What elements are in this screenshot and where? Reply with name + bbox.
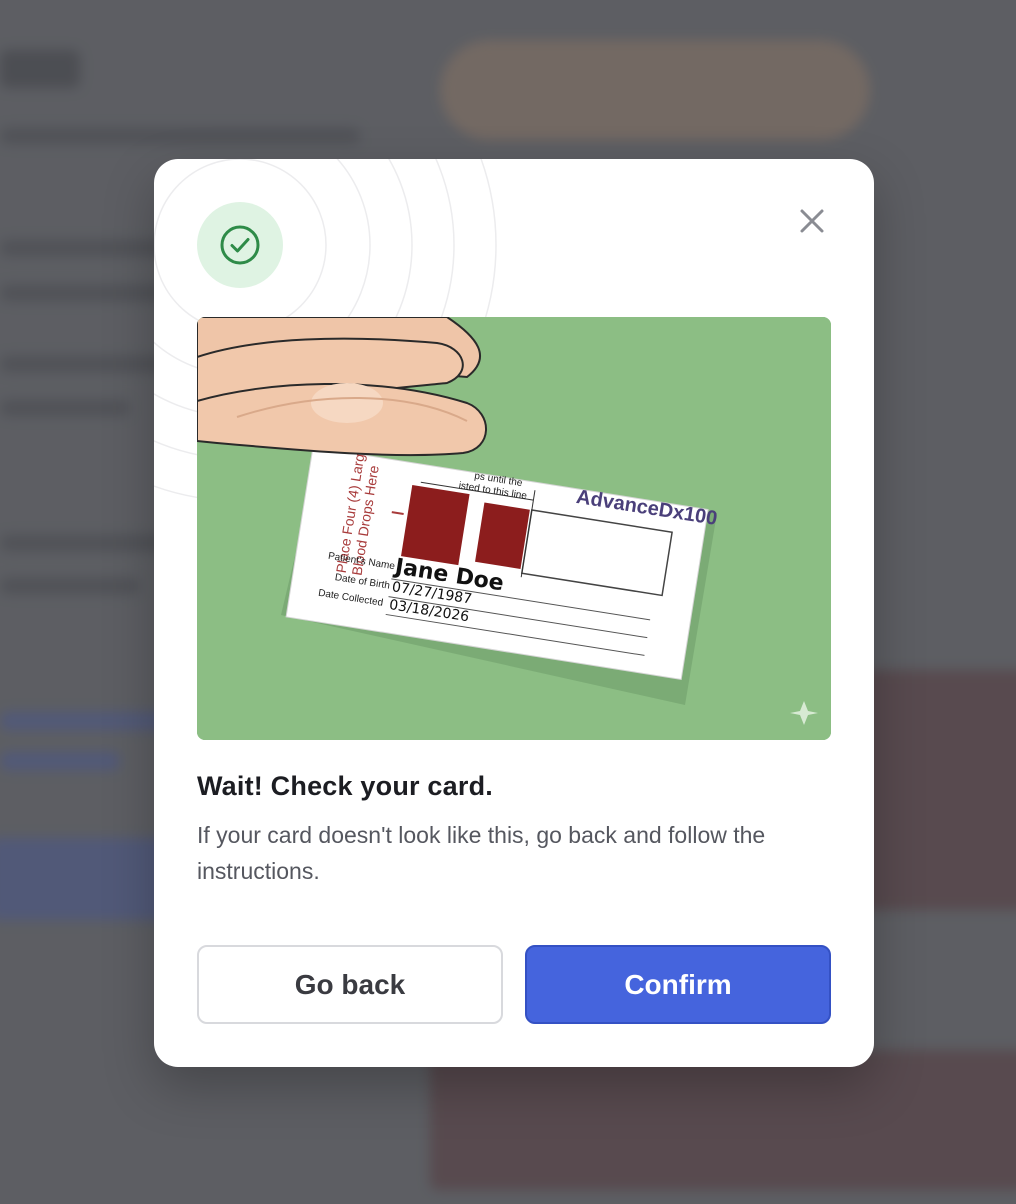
dialog-title: Wait! Check your card.	[197, 771, 493, 801]
success-badge	[197, 202, 283, 288]
check-card-dialog: Place Four (4) Large Blood Drops Here ps…	[154, 159, 874, 1067]
close-icon	[800, 209, 824, 233]
confirm-button[interactable]: Confirm	[525, 945, 831, 1024]
close-button[interactable]	[794, 203, 830, 239]
check-circle-icon	[220, 225, 260, 265]
dialog-description: If your card doesn't look like this, go …	[197, 822, 766, 884]
go-back-button[interactable]: Go back	[197, 945, 503, 1024]
card-illustration: Place Four (4) Large Blood Drops Here ps…	[197, 317, 831, 740]
